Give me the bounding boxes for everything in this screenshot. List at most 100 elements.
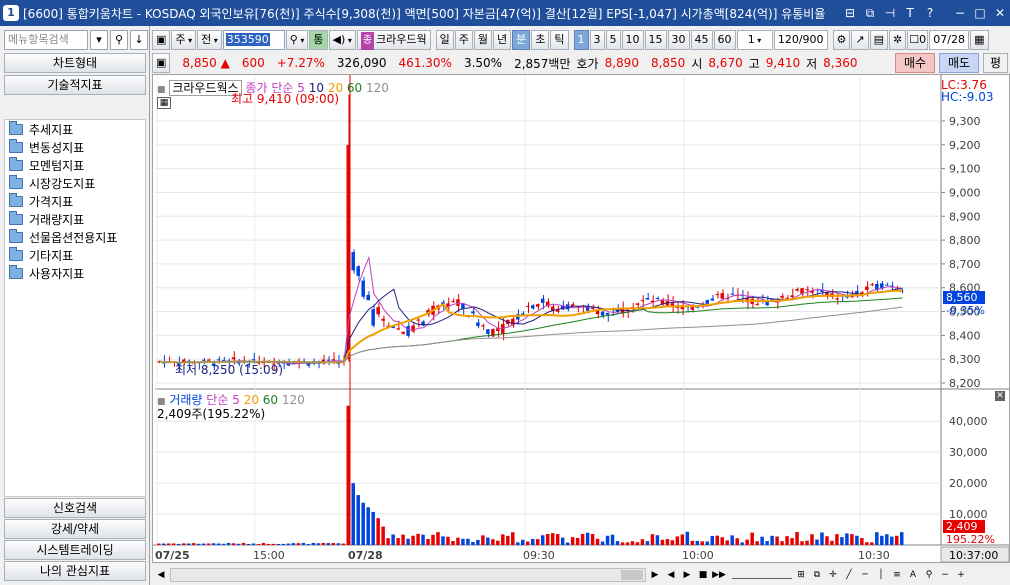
scroll-thumb[interactable] bbox=[621, 569, 643, 580]
scroll-left-icon[interactable]: ◀ bbox=[154, 568, 168, 582]
down-arrow-icon[interactable]: ↓ bbox=[130, 30, 148, 50]
period-week-tab[interactable]: 주 bbox=[454, 30, 473, 50]
fast-forward-icon[interactable]: ▶▶ bbox=[712, 568, 726, 582]
price-tick-label: 9,200 bbox=[949, 139, 981, 152]
stop-icon[interactable]: ■ bbox=[696, 568, 710, 582]
play-forward-icon[interactable]: ▶ bbox=[680, 568, 694, 582]
technical-indicators-button[interactable]: 기술적지표 bbox=[4, 75, 146, 95]
tree-item[interactable]: 거래량지표 bbox=[5, 210, 145, 228]
close-panel-icon[interactable]: ✕ bbox=[995, 391, 1005, 401]
grid-toggle-icon[interactable]: ▦ bbox=[157, 97, 171, 109]
system-trading-button[interactable]: 시스템트레이딩 bbox=[4, 540, 146, 560]
signal-search-button[interactable]: 신호검색 bbox=[4, 498, 146, 518]
candle-body bbox=[600, 311, 605, 316]
volume-bar bbox=[540, 535, 545, 545]
tree-item[interactable]: 변동성지표 bbox=[5, 138, 145, 156]
layout-icon[interactable]: ▣ bbox=[152, 30, 171, 50]
tree-item[interactable]: 가격지표 bbox=[5, 192, 145, 210]
sync-button[interactable]: 통 bbox=[309, 30, 328, 50]
price-panel-icon[interactable]: ▣ bbox=[152, 53, 171, 73]
buy-button[interactable]: 매수 bbox=[895, 53, 935, 73]
minimize-icon[interactable]: − bbox=[952, 5, 968, 21]
close-icon[interactable]: ✕ bbox=[992, 5, 1008, 21]
pin-icon[interactable]: ⊣ bbox=[882, 5, 898, 21]
time-label: 15:00 bbox=[253, 549, 285, 562]
volume-bar bbox=[650, 534, 655, 545]
tree-item[interactable]: 사용자지표 bbox=[5, 264, 145, 282]
candle-body bbox=[366, 294, 370, 301]
indicator-tools-icon[interactable]: ⚙ bbox=[832, 30, 851, 50]
interval-45-button[interactable]: 45 bbox=[690, 30, 713, 50]
chart-canvas[interactable]: 9,3009,2009,1009,0008,9008,8008,7008,600… bbox=[153, 75, 1009, 562]
sell-button[interactable]: 매도 bbox=[939, 53, 979, 73]
play-back-icon[interactable]: ◀ bbox=[664, 568, 678, 582]
zoom-in-icon[interactable]: + bbox=[954, 568, 968, 582]
interval-3-button[interactable]: 3 bbox=[589, 30, 605, 50]
period-month-tab[interactable]: 월 bbox=[473, 30, 493, 50]
tree-item[interactable]: 추세지표 bbox=[5, 120, 145, 138]
zoom-out-icon[interactable]: − bbox=[938, 568, 952, 582]
period-week-select[interactable]: 주 bbox=[171, 30, 197, 50]
zoom-slider[interactable] bbox=[732, 571, 792, 579]
prev-button[interactable]: 전 bbox=[197, 30, 222, 50]
interval-30-button[interactable]: 30 bbox=[667, 30, 690, 50]
calendar-icon[interactable]: ▦ bbox=[970, 30, 989, 50]
menu-search-input[interactable]: 메뉴항목검색 bbox=[4, 30, 88, 50]
interval-15-button[interactable]: 15 bbox=[644, 30, 667, 50]
draw-tools-icon[interactable]: ↗ bbox=[851, 30, 869, 50]
stock-code-value: 353590 bbox=[225, 33, 270, 46]
link-icon[interactable]: ⊟ bbox=[842, 5, 858, 21]
scroll-right-icon[interactable]: ▶ bbox=[648, 568, 662, 582]
stock-code-input[interactable]: 353590 bbox=[222, 30, 285, 50]
search-icon[interactable]: ⚲ bbox=[110, 30, 128, 50]
chart-type-button[interactable]: 차트형태 bbox=[4, 53, 146, 73]
period-day-tab[interactable]: 일 bbox=[435, 30, 454, 50]
sound-icon[interactable]: ◀) bbox=[328, 30, 356, 50]
volume-bar bbox=[775, 536, 779, 545]
interval-1-button[interactable]: 1 bbox=[573, 30, 589, 50]
chart-area[interactable]: 9,300 9,200 9,100 9,000 8,900 8,800 8,700 8,600… bbox=[152, 74, 1010, 563]
copy-icon[interactable]: ⧉ bbox=[810, 568, 824, 582]
tree-item[interactable]: 시장강도지표 bbox=[5, 174, 145, 192]
font-icon[interactable]: T bbox=[902, 5, 918, 21]
strength-button[interactable]: 강세/약세 bbox=[4, 519, 146, 539]
settings-icon[interactable]: ✲ bbox=[889, 30, 907, 50]
horizontal-line-icon[interactable]: ─ bbox=[858, 568, 872, 582]
search-dropdown-icon[interactable]: ▾ bbox=[90, 30, 108, 50]
last-volume-label: 2,409 bbox=[946, 520, 978, 533]
trend-line-icon[interactable]: ╱ bbox=[842, 568, 856, 582]
help-icon[interactable]: ? bbox=[922, 5, 938, 21]
vertical-line-icon[interactable]: │ bbox=[874, 568, 888, 582]
tree-item[interactable]: 선물옵션전용지표 bbox=[5, 228, 145, 246]
period-minute-tab[interactable]: 분 bbox=[512, 30, 531, 50]
my-indicators-button[interactable]: 나의 관심지표 bbox=[4, 561, 146, 581]
time-label: 10:00 bbox=[682, 549, 714, 562]
zero-checkbox[interactable]: ☐0 bbox=[907, 30, 929, 50]
volume-bar bbox=[685, 531, 690, 545]
flat-button[interactable]: 평 bbox=[983, 53, 1008, 73]
count-display[interactable]: 120/900 bbox=[773, 30, 828, 50]
fibonacci-icon[interactable]: ≡ bbox=[890, 568, 904, 582]
period-second-tab[interactable]: 초 bbox=[531, 30, 550, 50]
crosshair-icon[interactable]: ✛ bbox=[826, 568, 840, 582]
period-tick-tab[interactable]: 틱 bbox=[550, 30, 569, 50]
period-year-tab[interactable]: 년 bbox=[493, 30, 512, 50]
maximize-icon[interactable]: □ bbox=[972, 5, 988, 21]
stock-name-button[interactable]: 종 크라우드웍 bbox=[356, 30, 431, 50]
code-search-icon[interactable]: ⚲ bbox=[285, 30, 309, 50]
chart-scrollbar[interactable] bbox=[170, 567, 646, 582]
save-icon[interactable]: ▤ bbox=[869, 30, 889, 50]
interval-select[interactable]: 1 bbox=[736, 30, 773, 50]
candle-body bbox=[476, 322, 480, 327]
interval-60-button[interactable]: 60 bbox=[713, 30, 736, 50]
tree-item[interactable]: 모멘텀지표 bbox=[5, 156, 145, 174]
volume-bar bbox=[346, 405, 350, 545]
interval-10-button[interactable]: 10 bbox=[621, 30, 644, 50]
interval-5-button[interactable]: 5 bbox=[605, 30, 621, 50]
tree-item[interactable]: 기타지표 bbox=[5, 246, 145, 264]
zoom-icon[interactable]: ⚲ bbox=[922, 568, 936, 582]
copy-window-icon[interactable]: ⧉ bbox=[862, 5, 878, 21]
grid-icon[interactable]: ⊞ bbox=[794, 568, 808, 582]
text-icon[interactable]: A bbox=[906, 568, 920, 582]
date-input[interactable]: 07/28 bbox=[929, 30, 970, 50]
